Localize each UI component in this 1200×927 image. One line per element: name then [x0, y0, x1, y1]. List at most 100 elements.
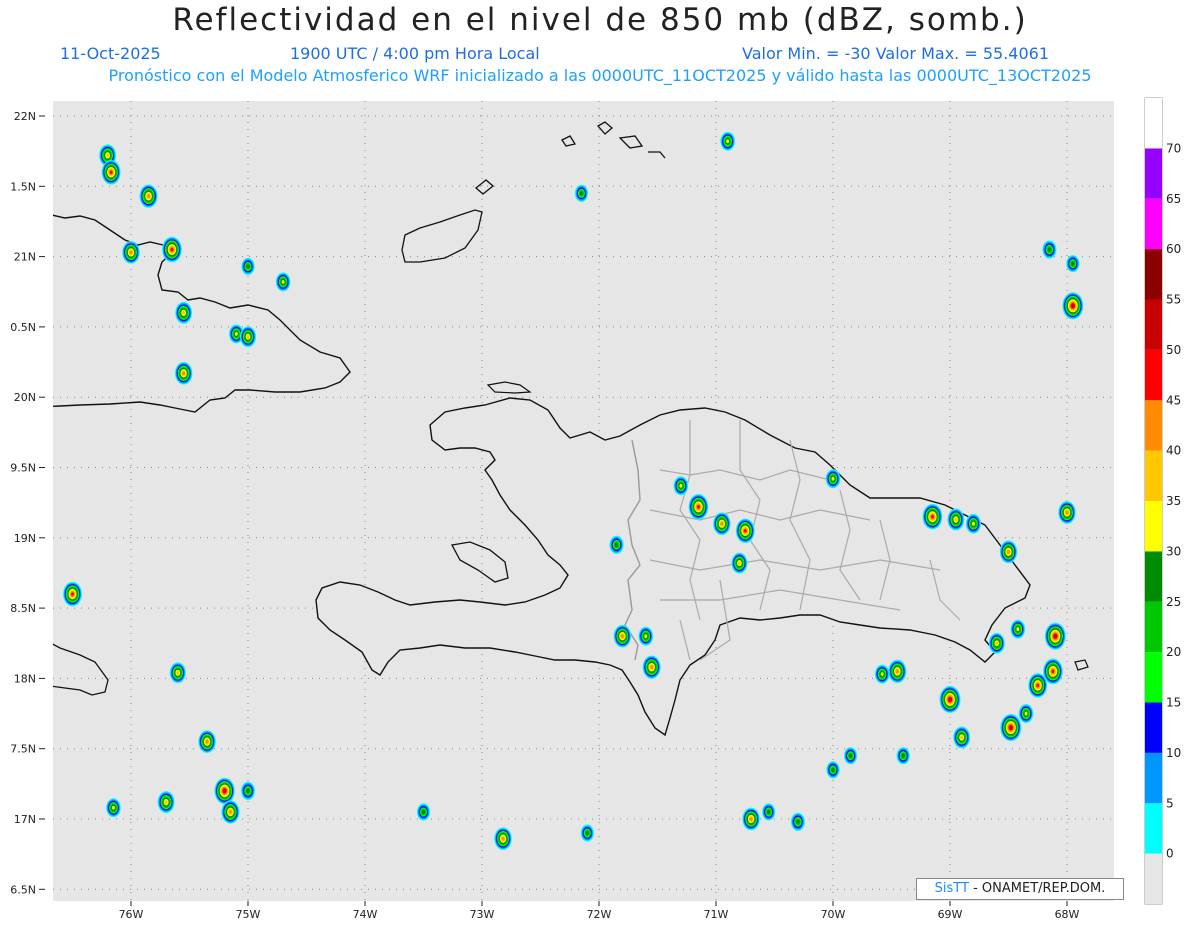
latitude-labels: 22N 1.5N 21N 0.5N 20N 9.5N 19N 8.5N 18N 7.5N 17N 6.…: [10, 110, 45, 896]
colorbar-label: 70: [1166, 141, 1181, 155]
reflectivity-cell: [1071, 304, 1075, 308]
reflectivity-cell: [737, 561, 741, 565]
lat-label: 7.5N: [10, 743, 36, 756]
reflectivity-cell: [579, 191, 583, 196]
reflectivity-cell: [234, 332, 238, 336]
colorbar-label: 45: [1166, 393, 1181, 407]
colorbar-label: 35: [1166, 494, 1181, 508]
reflectivity-cell: [223, 789, 226, 793]
reflectivity-cell: [1036, 683, 1040, 688]
reflectivity-cell: [697, 505, 700, 509]
reflectivity-cell: [614, 542, 619, 547]
lon-label: 72W: [587, 908, 612, 921]
credit-text: - ONAMET/REP.DOM.: [968, 881, 1106, 896]
lat-label: 22N: [14, 110, 36, 123]
lon-label: 73W: [470, 908, 495, 921]
colorbar-label: 50: [1166, 343, 1181, 357]
reflectivity-cell: [621, 634, 624, 639]
reflectivity-cell: [720, 521, 724, 526]
reflectivity-cell: [679, 483, 683, 488]
lat-label: 19N: [14, 532, 36, 545]
lat-label: 17N: [14, 813, 36, 826]
reflectivity-cell: [182, 371, 186, 376]
reflectivity-cell: [129, 250, 133, 255]
reflectivity-cell: [176, 670, 180, 675]
colorbar-label: 60: [1166, 242, 1181, 256]
reflectivity-cell: [1007, 550, 1010, 554]
reflectivity-cell: [995, 641, 999, 646]
lon-label: 75W: [236, 908, 261, 921]
reflectivity-cell: [205, 739, 209, 744]
reflectivity-cell: [948, 697, 952, 702]
reflectivity-cell: [726, 139, 730, 144]
reflectivity-map: 22N 1.5N 21N 0.5N 20N 9.5N 19N 8.5N 18N 7.5N 17N 6.…: [10, 97, 1181, 921]
colorbar-swatch: [1145, 601, 1162, 653]
lat-label: 8.5N: [10, 602, 36, 615]
colorbar-swatch: [1145, 249, 1162, 300]
lat-label: 18N: [14, 672, 36, 685]
reflectivity-cell: [246, 788, 250, 793]
reflectivity-cell: [831, 476, 835, 481]
reflectivity-cell: [1016, 627, 1020, 632]
colorbar-swatch: [1145, 400, 1162, 451]
colorbar-label: 55: [1166, 293, 1181, 307]
reflectivity-cell: [650, 665, 654, 670]
lat-label: 0.5N: [10, 321, 36, 334]
reflectivity-cell: [501, 836, 505, 841]
reflectivity-cell: [164, 800, 168, 805]
lon-label: 68W: [1055, 908, 1080, 921]
reflectivity-cell: [1065, 510, 1069, 515]
reflectivity-cell: [1071, 261, 1075, 266]
reflectivity-cell: [182, 310, 186, 315]
reflectivity-cell: [767, 810, 771, 814]
lon-label: 71W: [704, 908, 729, 921]
colorbar-swatch: [1145, 551, 1162, 602]
reflectivity-cell: [971, 521, 975, 526]
reflectivity-cell: [106, 153, 110, 158]
sistt-logo: SisTT: [934, 881, 969, 896]
lat-label: 21N: [14, 251, 36, 264]
reflectivity-cell: [831, 767, 835, 772]
colorbar-swatch: [1145, 652, 1162, 703]
lon-label: 70W: [821, 908, 846, 921]
colorbar-label: 0: [1166, 847, 1174, 861]
reflectivity-cell: [147, 194, 150, 198]
reflectivity-cell: [895, 669, 899, 674]
colorbar-swatch: [1145, 853, 1162, 904]
colorbar-label: 5: [1166, 796, 1174, 810]
reflectivity-cell: [1053, 634, 1057, 638]
reflectivity-cell: [954, 517, 958, 522]
colorbar-label: 15: [1166, 696, 1181, 710]
reflectivity-cell: [229, 810, 232, 814]
credit-box: SisTT - ONAMET/REP.DOM.: [916, 878, 1124, 900]
longitude-labels: 76W 75W 74W 73W 72W 71W 70W 69W 68W: [119, 901, 1080, 921]
reflectivity-cell: [749, 817, 753, 821]
reflectivity-cell: [1024, 711, 1028, 716]
lat-label: 20N: [14, 391, 36, 404]
reflectivity-cell: [1051, 669, 1055, 674]
colorbar-label: 65: [1166, 192, 1181, 206]
reflectivity-cell: [71, 592, 74, 596]
colorbar-swatch: [1145, 450, 1162, 501]
colorbar-label: 25: [1166, 595, 1181, 609]
colorbar-label: 10: [1166, 746, 1181, 760]
reflectivity-cell: [880, 672, 884, 677]
colorbar-label: 40: [1166, 444, 1181, 458]
colorbar-swatch: [1145, 349, 1162, 401]
reflectivity-cell: [281, 280, 285, 284]
colorbar-swatch: [1145, 299, 1162, 350]
colorbar-swatch: [1145, 702, 1162, 753]
colorbar-swatch: [1145, 803, 1162, 854]
colorbar-swatch: [1145, 752, 1162, 804]
reflectivity-cell: [796, 819, 800, 824]
lon-label: 69W: [938, 908, 963, 921]
colorbar-swatch: [1145, 148, 1162, 199]
lon-label: 74W: [353, 908, 378, 921]
reflectivity-cell: [111, 805, 115, 810]
reflectivity-cell: [1047, 247, 1052, 252]
reflectivity-cell: [246, 334, 250, 339]
lon-label: 76W: [119, 908, 144, 921]
colorbar-swatch: [1145, 98, 1162, 149]
lat-label: 6.5N: [10, 883, 36, 896]
reflectivity-cell: [109, 170, 113, 174]
